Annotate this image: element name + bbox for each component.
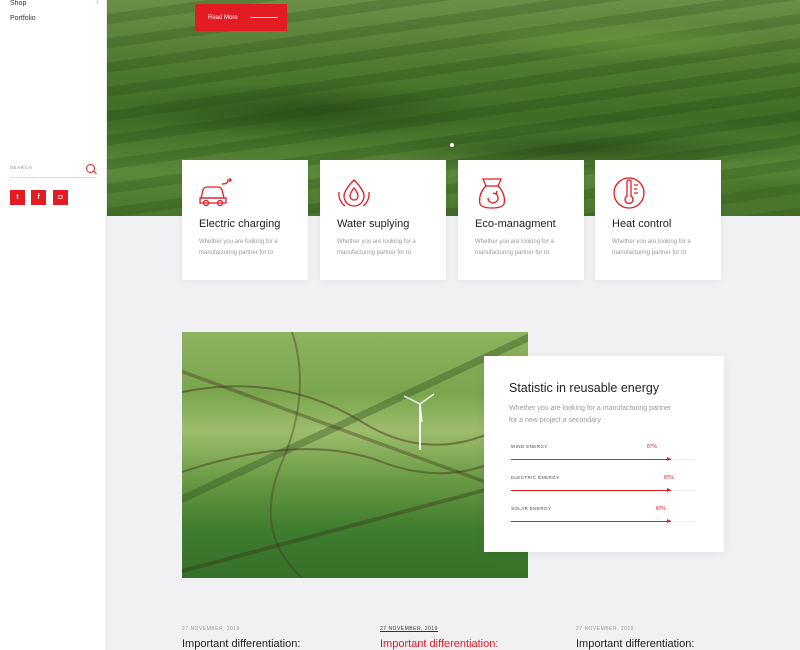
statistics-card: Statistic in reusable energy Whether you… <box>484 356 724 552</box>
sidebar: Shop › Portfolio SEARCH t f ◘ <box>0 0 107 650</box>
service-description: Whether you are looking for a manufactur… <box>337 239 416 256</box>
progress-knob <box>667 488 671 492</box>
service-description: Whether you are looking for a manufactur… <box>199 239 278 256</box>
post-title[interactable]: Important differentiation: <box>182 638 300 650</box>
service-card[interactable]: Electric charging Whether you are lookin… <box>182 160 308 280</box>
post-title[interactable]: Important differentiation: <box>380 638 498 650</box>
statistics-description: Whether you are looking for a manufactur… <box>509 405 672 424</box>
sidebar-item-shop[interactable]: Shop › <box>10 0 98 7</box>
service-description: Whether you are looking for a manufactur… <box>612 239 691 256</box>
read-more-label: Read More <box>208 14 238 21</box>
post-title[interactable]: Important differentiation: <box>576 638 694 650</box>
chevron-right-icon: › <box>96 0 99 6</box>
facebook-icon[interactable]: f <box>31 190 46 205</box>
progress-label: ELECTRIC ENERGY <box>511 475 560 480</box>
sidebar-item-portfolio[interactable]: Portfolio <box>10 15 36 22</box>
wind-turbine-field-image <box>182 332 528 578</box>
progress-fill <box>511 490 671 491</box>
progress-value: 87% <box>656 506 667 512</box>
statistics-title: Statistic in reusable energy <box>509 381 660 395</box>
search-input[interactable]: SEARCH <box>10 163 96 178</box>
service-card[interactable]: Eco-managment Whether you are looking fo… <box>458 160 584 280</box>
search-placeholder: SEARCH <box>10 165 33 170</box>
progress-fill <box>511 521 671 522</box>
service-card[interactable]: Heat control Whether you are looking for… <box>595 160 721 280</box>
thermometer-icon <box>613 177 645 209</box>
post-date: 27 NOVEMBER, 2019 <box>380 626 438 632</box>
wind-turbine-illustration <box>182 332 528 578</box>
sidebar-item-label: Portfolio <box>10 15 36 22</box>
service-title: Water suplying <box>337 218 410 230</box>
sidebar-item-label: Shop <box>10 0 27 7</box>
eco-bag-icon <box>478 178 506 209</box>
progress-value: 87% <box>664 475 675 481</box>
progress-fill <box>511 459 671 460</box>
read-more-button[interactable]: Read More <box>195 4 287 31</box>
progress-knob <box>667 519 671 523</box>
service-title: Heat control <box>612 218 672 230</box>
facebook-glyph: f <box>37 194 40 201</box>
progress-label: WIND ENERGY <box>511 444 548 449</box>
water-drops-icon <box>338 179 370 207</box>
progress-knob <box>667 457 671 461</box>
progress-label: SOLAR ENERGY <box>511 506 552 511</box>
post-date: 27 NOVEMBER, 2019 <box>182 626 240 632</box>
twitter-icon[interactable]: t <box>10 190 25 205</box>
service-title: Electric charging <box>199 218 281 230</box>
service-card[interactable]: Water suplying Whether you are looking f… <box>320 160 446 280</box>
electric-car-icon <box>199 178 232 207</box>
twitter-glyph: t <box>16 194 19 201</box>
arrow-line-icon <box>249 17 278 18</box>
post-date: 27 NOVEMBER, 2019 <box>576 626 634 632</box>
progress-value: 87% <box>647 444 658 450</box>
service-description: Whether you are looking for a manufactur… <box>475 239 554 256</box>
instagram-icon[interactable]: ◘ <box>53 190 68 205</box>
search-icon[interactable] <box>86 164 95 173</box>
service-title: Eco-managment <box>475 218 556 230</box>
slider-dot[interactable] <box>450 143 454 147</box>
instagram-glyph: ◘ <box>58 194 63 201</box>
